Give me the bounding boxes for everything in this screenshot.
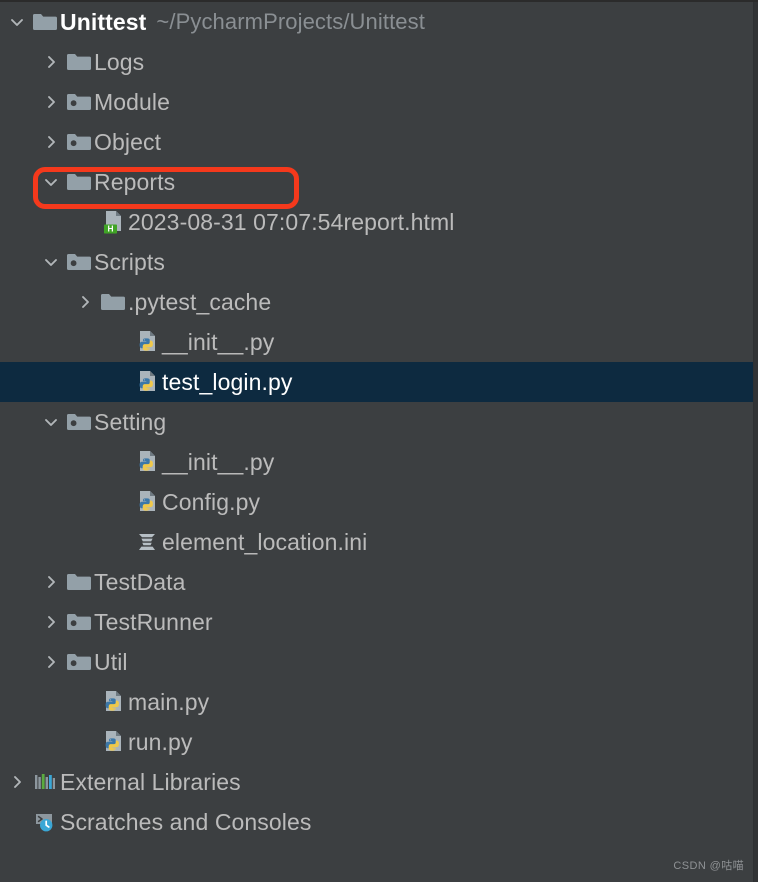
folder-source-root-icon [64,242,94,282]
python-file-icon [132,362,162,402]
tree-row-label: main.py [128,689,210,715]
tree-row[interactable]: run.py [0,722,753,762]
tree-row[interactable]: Scripts [0,242,753,282]
tree-row-label: Logs [94,49,145,75]
chevron-right-icon[interactable] [38,642,64,682]
tree-row-label: TestData [94,569,186,595]
scratches-consoles-icon [30,802,60,842]
tree-row-label: Unittest [60,9,147,35]
tree-row[interactable]: Util [0,642,753,682]
python-file-icon [132,482,162,522]
tree-row[interactable]: TestData [0,562,753,602]
tree-row-label: Config.py [162,489,261,515]
chevron-right-icon[interactable] [38,122,64,162]
tree-row[interactable]: test_login.py [0,362,753,402]
tree-row[interactable]: Setting [0,402,753,442]
no-chevron-icon [106,362,132,402]
tree-row-label: test_login.py [162,369,293,395]
folder-source-root-icon [64,402,94,442]
tree-row[interactable]: Scratches and Consoles [0,802,753,842]
folder-source-root-icon [64,642,94,682]
tree-row[interactable]: Unittest ~/PycharmProjects/Unittest [0,2,753,42]
tree-row[interactable]: Logs [0,42,753,82]
python-file-icon [98,722,128,762]
tree-row-label: Module [94,89,171,115]
no-chevron-icon [106,442,132,482]
tree-row-label: Scratches and Consoles [60,809,312,835]
panel-divider [753,2,758,882]
tree-row[interactable]: __init__.py [0,442,753,482]
chevron-right-icon[interactable] [38,42,64,82]
tree-row[interactable]: Reports [0,162,753,202]
folder-icon [30,2,60,42]
tree-row-label: .pytest_cache [128,289,272,315]
chevron-right-icon[interactable] [38,602,64,642]
tree-row[interactable]: Module [0,82,753,122]
folder-icon [64,42,94,82]
no-chevron-icon [106,322,132,362]
project-tool-window: Unittest ~/PycharmProjects/Unittest Logs … [0,0,758,882]
tree-row[interactable]: element_location.ini [0,522,753,562]
external-libraries-icon [30,762,60,802]
tree-row-label: Setting [94,409,167,435]
project-tree[interactable]: Unittest ~/PycharmProjects/Unittest Logs … [0,2,753,842]
chevron-right-icon[interactable] [38,82,64,122]
no-chevron-icon [72,682,98,722]
chevron-down-icon[interactable] [38,162,64,202]
tree-row-label: Util [94,649,128,675]
tree-row-label: run.py [128,729,193,755]
tree-row-label: External Libraries [60,769,241,795]
no-chevron-icon [72,202,98,242]
tree-row-path: ~/PycharmProjects/Unittest [156,9,425,34]
tree-row[interactable]: External Libraries [0,762,753,802]
no-chevron-icon [72,722,98,762]
tree-row-label: TestRunner [94,609,213,635]
tree-row[interactable]: __init__.py [0,322,753,362]
python-file-icon [98,682,128,722]
folder-icon [64,562,94,602]
folder-source-root-icon [64,602,94,642]
no-chevron-icon [4,802,30,842]
chevron-down-icon[interactable] [38,242,64,282]
tree-row[interactable]: TestRunner [0,602,753,642]
tree-row-label: Reports [94,169,176,195]
chevron-down-icon[interactable] [38,402,64,442]
folder-source-root-icon [64,82,94,122]
chevron-right-icon[interactable] [38,562,64,602]
tree-row-label: 2023-08-31 07:07:54report.html [128,209,455,235]
python-file-icon [132,322,162,362]
tree-row[interactable]: .pytest_cache [0,282,753,322]
tree-row-label: Object [94,129,162,155]
tree-row-label: Scripts [94,249,165,275]
svg-text:H: H [107,224,113,234]
tree-row[interactable]: H 2023-08-31 07:07:54report.html [0,202,753,242]
html-file-icon: H [98,202,128,242]
tree-row-label: element_location.ini [162,529,368,555]
no-chevron-icon [106,482,132,522]
no-chevron-icon [106,522,132,562]
ini-file-icon [132,522,162,562]
tree-row[interactable]: Config.py [0,482,753,522]
chevron-right-icon[interactable] [4,762,30,802]
tree-row[interactable]: Object [0,122,753,162]
chevron-down-icon[interactable] [4,2,30,42]
folder-source-root-icon [64,122,94,162]
python-file-icon [132,442,162,482]
watermark: CSDN @咕喵 [673,860,744,872]
tree-row[interactable]: main.py [0,682,753,722]
folder-icon [98,282,128,322]
chevron-right-icon[interactable] [72,282,98,322]
folder-icon [64,162,94,202]
tree-row-label: __init__.py [162,329,275,355]
tree-row-label: __init__.py [162,449,275,475]
